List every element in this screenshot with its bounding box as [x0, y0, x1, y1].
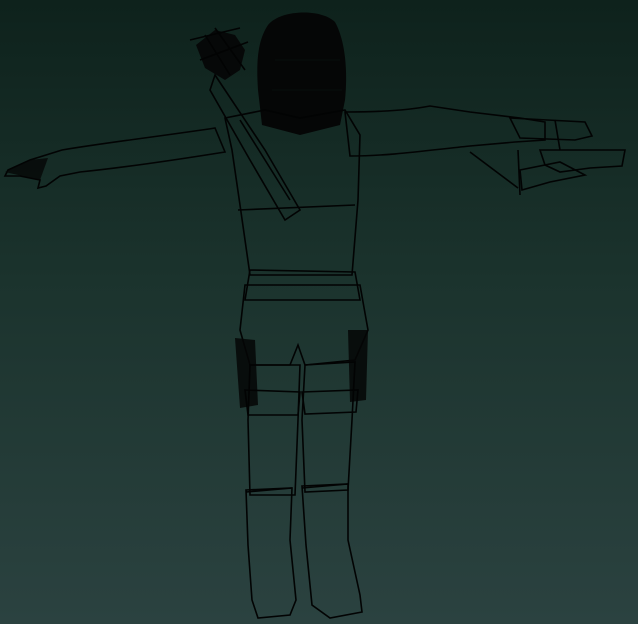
hood: [257, 12, 347, 136]
right-boot: [301, 483, 363, 619]
crossbow: [469, 117, 626, 196]
torso: [224, 109, 361, 301]
left-holster: [235, 338, 301, 416]
left-boot: [245, 487, 297, 619]
wireframe-render: [3, 12, 626, 619]
right-leg: [301, 361, 356, 493]
left-arm: [3, 127, 227, 190]
right-holster: [301, 330, 368, 415]
3d-viewport[interactable]: [0, 0, 638, 624]
right-arm: [344, 105, 546, 157]
